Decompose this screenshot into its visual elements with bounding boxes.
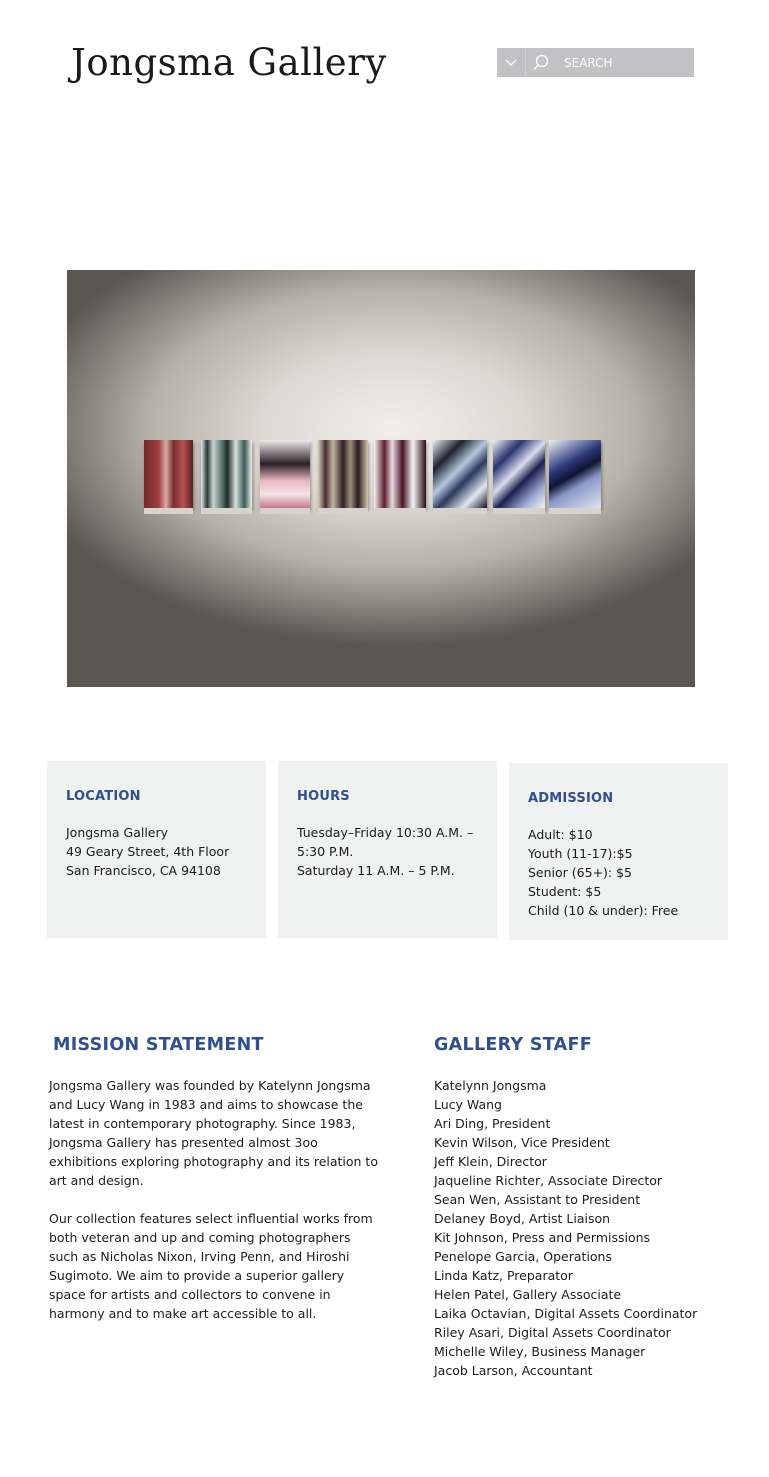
mission-line: latest in contemporary photography. Sinc… <box>49 1116 356 1131</box>
mission-line: exhibitions exploring photography and it… <box>49 1154 378 1169</box>
staff-member: Katelynn Jongsma <box>434 1078 547 1093</box>
print-image <box>144 440 193 514</box>
hours-line: 5:30 P.M. <box>297 844 354 859</box>
staff-member: Sean Wen, Assistant to President <box>434 1192 641 1207</box>
location-card: LOCATION Jongsma Gallery 49 Geary Street… <box>47 761 266 938</box>
mission-line: Jongsma Gallery was founded by Katelynn … <box>49 1078 371 1093</box>
mission-line: art and design. <box>49 1173 144 1188</box>
location-title: LOCATION <box>66 789 141 804</box>
mission-line: Jongsma Gallery has presented almost 3oo <box>49 1135 318 1150</box>
admission-line: Senior (65+): $5 <box>528 865 633 880</box>
search-bar <box>497 48 694 77</box>
staff-member: Linda Katz, Preparator <box>434 1268 573 1283</box>
location-line: 49 Geary Street, 4th Floor <box>66 844 230 859</box>
staff-member: Jacob Larson, Accountant <box>434 1363 593 1378</box>
admission-line: Child (10 & under): Free <box>528 903 679 918</box>
location-address: Jongsma Gallery 49 Geary Street, 4th Flo… <box>66 823 247 880</box>
print-image <box>433 440 487 514</box>
chevron-down-icon <box>505 59 517 66</box>
location-line: San Francisco, CA 94108 <box>66 863 221 878</box>
mission-line: space for artists and collectors to conv… <box>49 1287 331 1302</box>
print-image <box>201 440 252 514</box>
hours-line: Saturday 11 A.M. – 5 P.M. <box>297 863 455 878</box>
staff-member: Kit Johnson, Press and Permissions <box>434 1230 651 1245</box>
staff-list: Katelynn Jongsma Lucy Wang Ari Ding, Pre… <box>434 1076 697 1380</box>
staff-member: Delaney Boyd, Artist Liaison <box>434 1211 611 1226</box>
print-image <box>318 440 368 514</box>
staff-member: Helen Patel, Gallery Associate <box>434 1287 622 1302</box>
mission-title: MISSION STATEMENT <box>53 1035 264 1055</box>
mission-line: harmony and to make art accessible to al… <box>49 1306 317 1321</box>
staff-member: Michelle Wiley, Business Manager <box>434 1344 646 1359</box>
mission-line: both veteran and up and coming photograp… <box>49 1230 351 1245</box>
print-image <box>374 440 426 514</box>
gallery-logo[interactable]: Jongsma Gallery <box>71 41 387 84</box>
staff-member: Penelope Garcia, Operations <box>434 1249 612 1264</box>
hero-image <box>67 270 695 687</box>
staff-member: Jeff Klein, Director <box>434 1154 547 1169</box>
print-image <box>549 440 601 514</box>
hours-text: Tuesday–Friday 10:30 A.M. – 5:30 P.M. Sa… <box>297 823 478 880</box>
search-icon <box>532 54 548 70</box>
mission-paragraph-2: Our collection features select influenti… <box>49 1209 373 1323</box>
search-button[interactable] <box>526 48 556 77</box>
mission-line: and Lucy Wang in 1983 and aims to showca… <box>49 1097 363 1112</box>
admission-line: Youth (11-17):$5 <box>528 846 633 861</box>
admission-line: Student: $5 <box>528 884 602 899</box>
search-dropdown-button[interactable] <box>497 48 526 77</box>
location-line: Jongsma Gallery <box>66 825 169 840</box>
admission-prices: Adult: $10 Youth (11-17):$5 Senior (65+)… <box>528 825 709 920</box>
print-image <box>493 440 545 514</box>
mission-line: Sugimoto. We aim to provide a superior g… <box>49 1268 345 1283</box>
staff-member: Lucy Wang <box>434 1097 502 1112</box>
mission-line: Our collection features select influenti… <box>49 1211 373 1226</box>
staff-member: Riley Asari, Digital Assets Coordinator <box>434 1325 671 1340</box>
admission-card: ADMISSION Adult: $10 Youth (11-17):$5 Se… <box>509 763 728 940</box>
search-input[interactable] <box>556 49 684 76</box>
print-image <box>260 440 310 514</box>
staff-member: Laika Octavian, Digital Assets Coordinat… <box>434 1306 698 1321</box>
hours-line: Tuesday–Friday 10:30 A.M. – <box>297 825 474 840</box>
staff-member: Jaqueline Richter, Associate Director <box>434 1173 663 1188</box>
staff-member: Ari Ding, President <box>434 1116 551 1131</box>
exhibition-prints <box>144 440 614 520</box>
admission-line: Adult: $10 <box>528 827 593 842</box>
hours-title: HOURS <box>297 789 350 804</box>
admission-title: ADMISSION <box>528 791 614 806</box>
mission-line: such as Nicholas Nixon, Irving Penn, and… <box>49 1249 350 1264</box>
hours-card: HOURS Tuesday–Friday 10:30 A.M. – 5:30 P… <box>278 761 497 938</box>
staff-member: Kevin Wilson, Vice President <box>434 1135 610 1150</box>
mission-paragraph-1: Jongsma Gallery was founded by Katelynn … <box>49 1076 378 1190</box>
staff-title: GALLERY STAFF <box>434 1035 592 1055</box>
